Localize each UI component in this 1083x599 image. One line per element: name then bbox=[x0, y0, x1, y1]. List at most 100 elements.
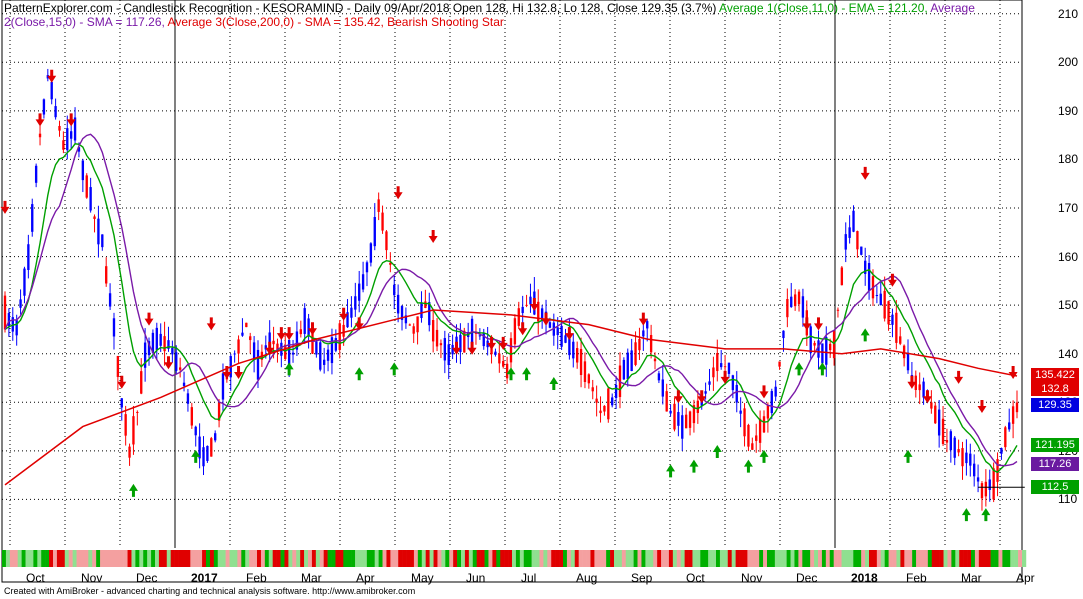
signal-bar bbox=[661, 550, 666, 567]
y-tick-label: 190 bbox=[1058, 103, 1079, 118]
signal-strip bbox=[2, 550, 1027, 567]
signal-bar bbox=[590, 550, 595, 567]
signal-bar bbox=[876, 550, 882, 567]
candle-body bbox=[681, 415, 684, 439]
signal-bar bbox=[394, 550, 399, 567]
signal-bar bbox=[578, 550, 583, 567]
candle-body bbox=[132, 416, 135, 445]
signal-bar bbox=[221, 550, 226, 567]
signal-bar bbox=[382, 550, 387, 567]
signal-bar bbox=[1014, 550, 1019, 567]
candle-body bbox=[435, 329, 439, 347]
candle-body bbox=[66, 128, 69, 151]
signal-bar bbox=[935, 550, 940, 567]
x-tick-label: Nov bbox=[741, 571, 763, 585]
candle-body bbox=[556, 327, 559, 336]
bearish-arrow bbox=[813, 317, 823, 331]
candle-body bbox=[922, 381, 925, 398]
signal-bar bbox=[500, 550, 505, 567]
candle-body bbox=[669, 410, 672, 414]
signal-bar bbox=[206, 550, 211, 567]
candle-body bbox=[303, 308, 306, 334]
signal-bar bbox=[151, 550, 156, 567]
candle-body bbox=[206, 445, 209, 461]
candle-body bbox=[252, 342, 256, 360]
signal-bar bbox=[49, 550, 54, 567]
x-tick-label: Dec bbox=[136, 571, 158, 585]
candle-body bbox=[155, 327, 158, 350]
signal-bar bbox=[872, 550, 878, 567]
price-badge: 121.195 bbox=[1031, 438, 1079, 453]
signal-bar bbox=[335, 550, 340, 567]
y-tick-label: 150 bbox=[1058, 298, 1079, 313]
candle-body bbox=[673, 403, 676, 430]
signal-bar bbox=[233, 550, 238, 567]
candle-body bbox=[326, 349, 330, 361]
candle-body bbox=[934, 405, 937, 424]
candle-body bbox=[249, 336, 252, 341]
candle-body bbox=[1011, 406, 1015, 424]
x-tick-label: 2018 bbox=[851, 571, 878, 585]
candle-body bbox=[611, 397, 614, 406]
signal-bar bbox=[625, 550, 630, 567]
price-badge: 112.5 bbox=[1031, 480, 1079, 495]
candle-body bbox=[412, 326, 415, 334]
candle-body bbox=[1000, 448, 1003, 454]
signal-bar bbox=[731, 550, 736, 567]
avg2-line bbox=[4, 133, 1018, 467]
signal-bar bbox=[829, 550, 834, 567]
signal-bar bbox=[727, 550, 732, 567]
candle-body bbox=[1015, 402, 1019, 413]
candle-body bbox=[505, 363, 509, 379]
candle-body bbox=[101, 234, 104, 248]
x-tick-label: Feb bbox=[906, 571, 927, 585]
candle-body bbox=[245, 322, 248, 328]
bullish-arrow bbox=[961, 508, 971, 522]
signal-bar bbox=[362, 550, 368, 567]
candle-body bbox=[89, 187, 92, 211]
signal-bar bbox=[782, 550, 787, 567]
candle-body bbox=[875, 295, 879, 297]
signal-bar bbox=[531, 550, 536, 567]
candle-body bbox=[774, 386, 777, 397]
signal-bar bbox=[586, 550, 591, 567]
signal-bar bbox=[104, 550, 109, 567]
signal-bar bbox=[111, 550, 117, 567]
candle-body bbox=[81, 160, 85, 181]
signal-bar bbox=[794, 550, 799, 567]
signal-bar bbox=[743, 550, 748, 567]
candle-body bbox=[416, 316, 419, 333]
candle-body bbox=[937, 409, 941, 436]
candle-body bbox=[560, 325, 563, 347]
signal-bar bbox=[931, 550, 936, 567]
signal-bar bbox=[680, 550, 685, 567]
signal-bar bbox=[570, 550, 576, 567]
x-tick-label: Oct bbox=[26, 571, 45, 585]
candle-body bbox=[23, 268, 26, 296]
candle-body bbox=[622, 359, 626, 380]
signal-bar bbox=[535, 550, 540, 567]
signal-bar bbox=[260, 550, 266, 567]
signal-bar bbox=[441, 550, 446, 567]
candle-body bbox=[478, 335, 482, 337]
signal-bar bbox=[88, 550, 93, 567]
signal-bar bbox=[688, 550, 693, 567]
signal-bar bbox=[359, 550, 364, 567]
candle-body bbox=[899, 336, 902, 344]
candle-body bbox=[813, 342, 816, 346]
signal-bar bbox=[990, 550, 995, 567]
candle-body bbox=[755, 435, 758, 441]
candle-body bbox=[214, 433, 217, 441]
signal-bar bbox=[641, 550, 646, 567]
x-tick-label: Mar bbox=[301, 571, 322, 585]
signal-bar bbox=[712, 550, 717, 567]
candle-body bbox=[992, 468, 995, 500]
candle-body bbox=[642, 330, 645, 337]
candle-body bbox=[27, 244, 30, 270]
x-tick-label: Sep bbox=[631, 571, 653, 585]
signal-bar bbox=[84, 550, 89, 567]
signal-bar bbox=[880, 550, 885, 567]
bearish-arrow bbox=[498, 336, 508, 350]
signal-bar bbox=[774, 550, 780, 567]
candle-body bbox=[778, 361, 781, 367]
